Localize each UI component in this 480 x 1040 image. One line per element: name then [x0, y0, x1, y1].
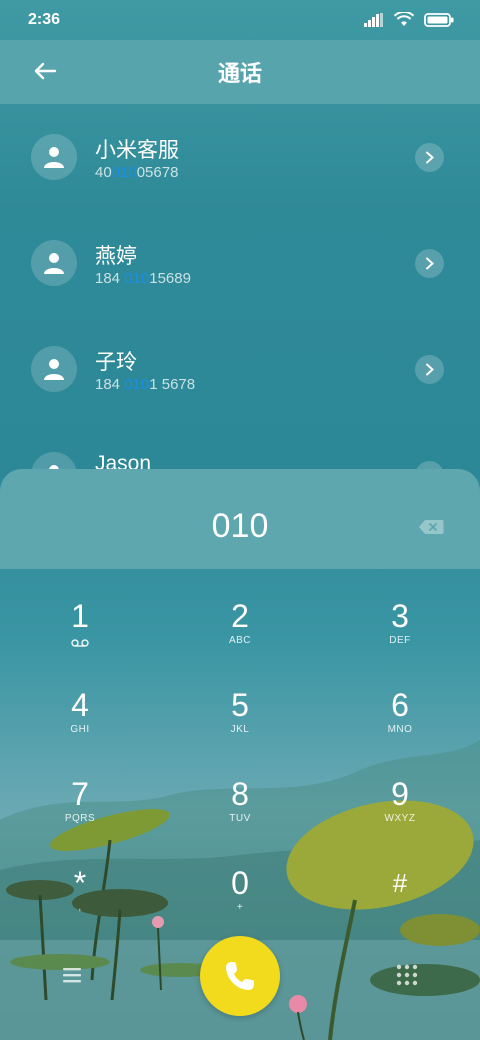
key-2[interactable]: 2 ABC	[180, 598, 300, 678]
key-7[interactable]: 7 PQRS	[20, 776, 140, 856]
key-hash[interactable]: #	[340, 865, 460, 945]
avatar	[31, 134, 77, 180]
menu-icon[interactable]	[60, 962, 86, 988]
voicemail-icon	[71, 639, 89, 647]
wifi-icon	[394, 12, 414, 26]
contact-number: 184 01015689	[95, 270, 191, 287]
chevron-right-icon	[426, 151, 434, 164]
contact-name: 子玲	[95, 351, 137, 374]
key-5[interactable]: 5 JKL	[180, 687, 300, 767]
phone-icon	[226, 962, 254, 990]
signal-icon	[364, 12, 383, 27]
header: 通话	[0, 40, 480, 104]
dialpad-icon[interactable]	[394, 962, 420, 988]
key-9[interactable]: 9 WXYZ	[340, 776, 460, 856]
key-6[interactable]: 6 MNO	[340, 687, 460, 767]
status-time: 2:36	[28, 11, 61, 28]
contact-list: 小米客服 4001005678 燕婷 184 01015689 子玲 184 0…	[0, 104, 480, 474]
person-icon	[44, 359, 64, 380]
person-icon	[44, 253, 64, 274]
backspace-icon[interactable]	[418, 519, 444, 535]
contact-number: 4001005678	[95, 164, 179, 181]
key-star[interactable]: * ,	[20, 865, 140, 945]
dial-input-panel: 010	[0, 469, 480, 569]
status-icons	[364, 12, 454, 27]
contact-name: 小米客服	[95, 139, 179, 162]
contact-item[interactable]: Jason	[0, 422, 480, 474]
contact-item[interactable]: 小米客服 4001005678	[0, 104, 480, 210]
contact-detail-button[interactable]	[415, 143, 444, 172]
key-3[interactable]: 3 DEF	[340, 598, 460, 678]
page-title: 通话	[217, 61, 262, 86]
contact-number: 184 0101 5678	[95, 376, 196, 393]
key-0[interactable]: 0 +	[180, 865, 300, 945]
status-bar: 2:36	[0, 0, 480, 40]
contact-detail-button[interactable]	[415, 249, 444, 278]
battery-icon	[424, 12, 454, 27]
chevron-right-icon	[426, 257, 434, 270]
contact-item[interactable]: 子玲 184 0101 5678	[0, 316, 480, 422]
contact-name: 燕婷	[95, 245, 137, 268]
key-1[interactable]: 1	[20, 598, 140, 678]
contact-detail-button[interactable]	[415, 355, 444, 384]
dialed-number: 010	[211, 507, 269, 545]
key-4[interactable]: 4 GHI	[20, 687, 140, 767]
chevron-right-icon	[426, 363, 434, 376]
avatar	[31, 346, 77, 392]
contact-item[interactable]: 燕婷 184 01015689	[0, 210, 480, 316]
avatar	[31, 240, 77, 286]
key-8[interactable]: 8 TUV	[180, 776, 300, 856]
call-button[interactable]	[200, 936, 280, 1016]
person-icon	[44, 147, 64, 168]
